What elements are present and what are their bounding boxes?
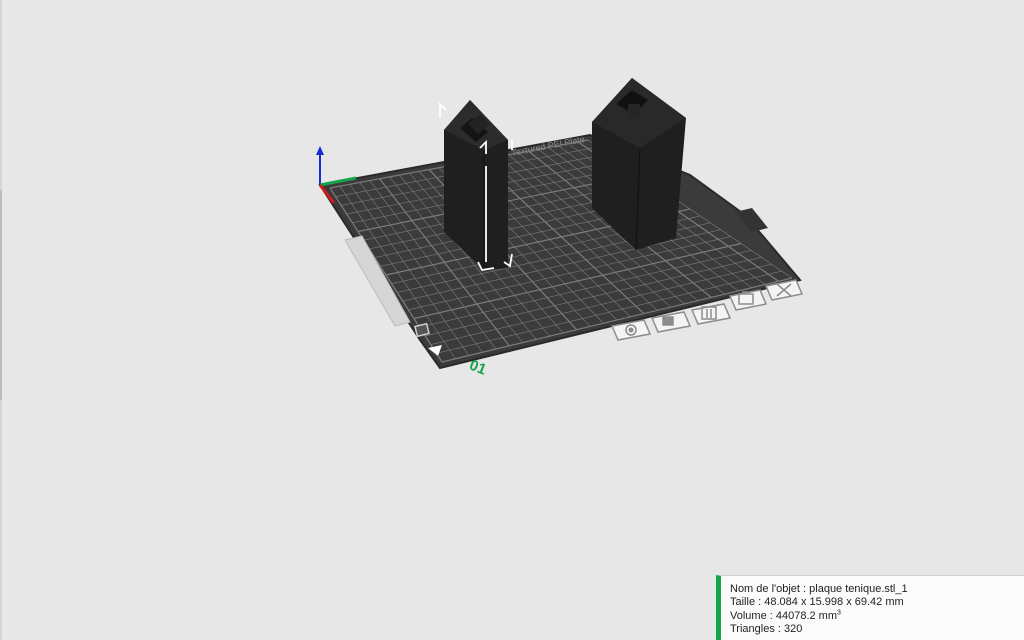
object-name-label: Nom de l'objet : [730, 583, 810, 595]
arrange-button[interactable] [690, 303, 732, 325]
object-name-value: plaque tenique.stl_1 [809, 583, 908, 595]
triangles-label: Triangles : [730, 622, 785, 635]
size-label: Taille : [730, 596, 765, 609]
plate-front-slot [414, 322, 430, 338]
triangles-value: 320 [784, 622, 803, 635]
size-row: Taille : 48.084 x 15.998 x 69.42 mm [730, 596, 1024, 609]
object-info-panel: Nom de l'objet : plaque tenique.stl_1 Ta… [716, 575, 1024, 640]
volume-value: 44078.2 mm [775, 609, 838, 622]
lock-icon [662, 316, 674, 326]
3d-viewport[interactable]: Textured PEI Plate 01 [0, 0, 1024, 640]
triangles-row: Triangles : 320 [730, 623, 1024, 636]
object-name-row: Nom de l'objet : plaque tenique.stl_1 [730, 583, 1024, 596]
volume-row: Volume : 44078.2 mm3 [730, 608, 1024, 623]
volume-unit-superscript: 3 [837, 608, 841, 616]
z-axis-arrow-icon [316, 146, 324, 155]
size-value: 48.084 x 15.998 x 69.42 mm [764, 596, 904, 609]
volume-label: Volume : [730, 609, 776, 622]
build-plate[interactable] [318, 133, 802, 370]
